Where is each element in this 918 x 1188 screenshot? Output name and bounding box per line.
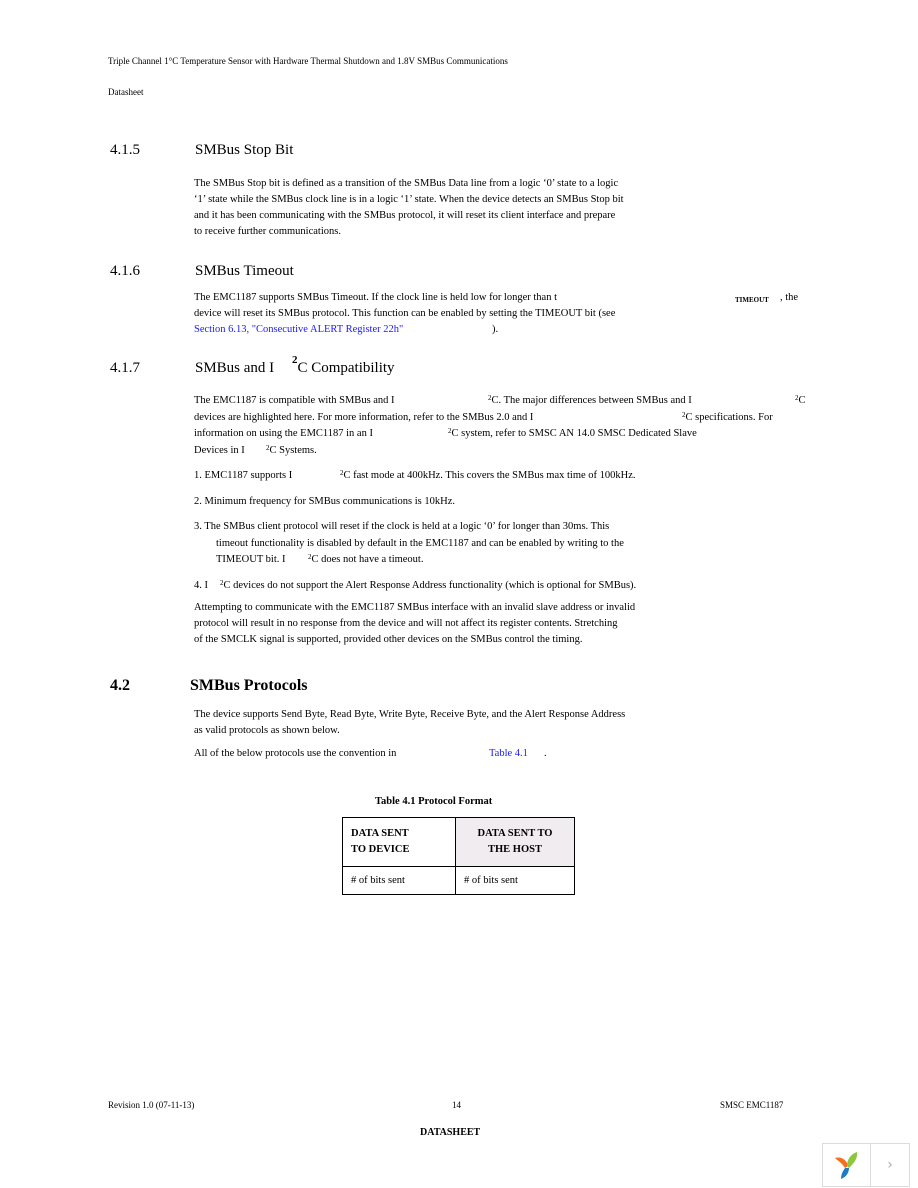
compat-line-1b: 2C. The major differences between SMBus …	[488, 393, 692, 409]
text: C. The major differences between SMBus a…	[491, 395, 692, 406]
protocols-paragraph: The device supports Send Byte, Read Byte…	[194, 707, 625, 739]
header-cell-device: DATA SENT TO DEVICE	[342, 817, 456, 867]
list-item-1a: 1. EMC1187 supports I	[194, 470, 293, 481]
superscript: 2	[448, 427, 452, 435]
section-number-4-1-5: 4.1.5	[110, 142, 140, 158]
section-number-4-1-6: 4.1.6	[110, 263, 140, 279]
timeout-line-1-end: , the	[780, 292, 799, 303]
text-line: The SMBus Stop bit is defined as a trans…	[194, 178, 619, 189]
footer-company: SMSC EMC1187	[720, 1100, 784, 1110]
section-number-4-2: 4.2	[110, 677, 130, 694]
stop-bit-paragraph: The SMBus Stop bit is defined as a trans…	[194, 176, 624, 240]
text-line: to receive further communications.	[194, 226, 341, 237]
text: C does not have a timeout.	[311, 554, 424, 565]
superscript: 2	[308, 553, 312, 561]
text: C devices do not support the Alert Respo…	[223, 580, 637, 591]
text: C	[798, 395, 806, 406]
next-page-button[interactable]: ›	[871, 1144, 909, 1186]
list-item-1b: 2C fast mode at 400kHz. This covers the …	[340, 468, 636, 484]
header-text: TO DEVICE	[351, 844, 410, 855]
header-text: DATA SENT	[351, 828, 409, 839]
viewer-nav-widget: ›	[822, 1143, 910, 1187]
header-cell-host: DATA SENT TO THE HOST	[455, 817, 575, 867]
superscript: 2	[488, 394, 492, 402]
superscript: 2	[266, 444, 270, 452]
superscript: 2	[682, 411, 686, 419]
section-title-stop-bit: SMBus Stop Bit	[195, 142, 294, 158]
header-title: Triple Channel 1°C Temperature Sensor wi…	[108, 56, 508, 66]
text: C specifications. For	[685, 412, 773, 423]
protocol-format-table: DATA SENT TO DEVICE DATA SENT TO THE HOS…	[342, 817, 575, 895]
list-item-4b: 2C devices do not support the Alert Resp…	[220, 578, 636, 594]
table-header-row: DATA SENT TO DEVICE DATA SENT TO THE HOS…	[342, 817, 575, 867]
list-item-3d: 2C does not have a timeout.	[308, 552, 423, 568]
list-item-3a: 3. The SMBus client protocol will reset …	[194, 521, 610, 532]
text-line: as valid protocols as shown below.	[194, 725, 340, 736]
table-cell: # of bits sent	[455, 866, 575, 895]
header-subtitle: Datasheet	[108, 87, 144, 97]
superscript: 2	[220, 579, 224, 587]
section-title-timeout: SMBus Timeout	[195, 263, 294, 279]
table-row: # of bits sent # of bits sent	[342, 866, 575, 895]
compat-line-2b: 2C specifications. For	[682, 410, 773, 426]
footer-page-number: 14	[452, 1100, 461, 1110]
convention-text: All of the below protocols use the conve…	[194, 748, 397, 759]
list-item-2: 2. Minimum frequency for SMBus communica…	[194, 496, 456, 507]
table-caption: Table 4.1 Protocol Format	[375, 796, 493, 807]
compat-line-4b: 2C Systems.	[266, 443, 317, 459]
compat-line-2a: devices are highlighted here. For more i…	[194, 412, 534, 423]
compat-line-3a: information on using the EMC1187 in an I	[194, 428, 373, 439]
footer-datasheet-label: DATASHEET	[420, 1127, 481, 1138]
table-4-1-link[interactable]: Table 4.1	[489, 746, 528, 762]
header-text: THE HOST	[488, 844, 542, 855]
convention-end: .	[544, 748, 547, 759]
footer-revision: Revision 1.0 (07-11-13)	[108, 1100, 195, 1110]
stretching-paragraph: Attempting to communicate with the EMC11…	[194, 600, 635, 648]
compat-line-1c: 2C	[795, 393, 806, 409]
list-item-3c: TIMEOUT bit. I	[216, 554, 286, 565]
table-cell: # of bits sent	[342, 866, 456, 895]
yii-logo-icon[interactable]	[823, 1144, 871, 1186]
title-part: C Compatibility	[297, 360, 395, 376]
superscript: 2	[291, 354, 298, 366]
compat-line-3b: 2C system, refer to SMSC AN 14.0 SMSC De…	[448, 426, 697, 442]
text: C fast mode at 400kHz. This covers the S…	[343, 470, 636, 481]
text-line: Attempting to communicate with the EMC11…	[194, 602, 636, 613]
consecutive-alert-register-link[interactable]: Section 6.13, "Consecutive ALERT Registe…	[194, 322, 403, 338]
timeout-line-2: device will reset its SMBus protocol. Th…	[194, 308, 616, 319]
compat-line-1a: The EMC1187 is compatible with SMBus and…	[194, 395, 395, 406]
text-line: of the SMCLK signal is supported, provid…	[194, 634, 583, 645]
text-line: and it has been communicating with the S…	[194, 210, 616, 221]
timeout-line-3-end: ).	[492, 324, 499, 335]
title-part: SMBus and I	[195, 360, 275, 376]
section-title-i2c-compat: SMBus and I 2C Compatibility	[195, 354, 395, 377]
header-text: DATA SENT TO	[477, 828, 553, 839]
section-number-4-1-7: 4.1.7	[110, 360, 140, 376]
list-item-4a: 4. I	[194, 580, 208, 591]
text: C Systems.	[269, 445, 317, 456]
timeout-line-1: The EMC1187 supports SMBus Timeout. If t…	[194, 292, 558, 303]
superscript: 2	[340, 469, 344, 477]
superscript: 2	[795, 394, 799, 402]
list-item-3b: timeout functionality is disabled by def…	[216, 538, 624, 549]
compat-line-4a: Devices in I	[194, 445, 245, 456]
text: C system, refer to SMSC AN 14.0 SMSC Ded…	[451, 428, 697, 439]
timeout-subscript: TIMEOUT	[735, 296, 769, 304]
text-line: protocol will result in no response from…	[194, 618, 618, 629]
text-line: The device supports Send Byte, Read Byte…	[194, 709, 626, 720]
section-title-protocols: SMBus Protocols	[190, 677, 308, 694]
text-line: ‘1’ state while the SMBus clock line is …	[194, 194, 624, 205]
